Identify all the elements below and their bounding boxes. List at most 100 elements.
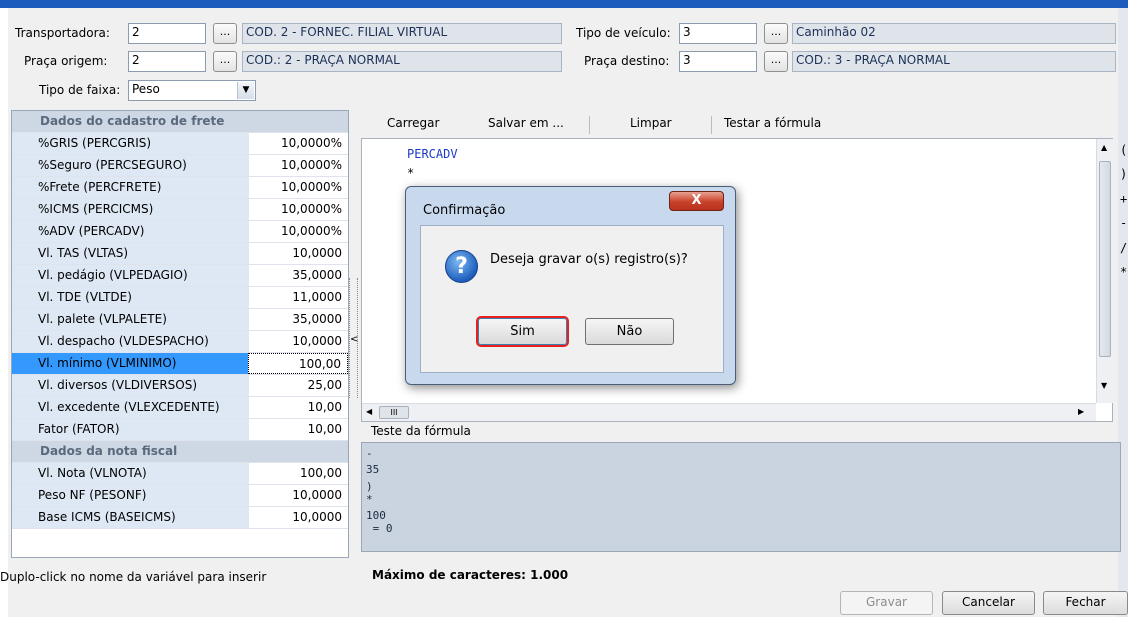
- editor-line: *: [407, 166, 415, 180]
- scroll-right-arrow-icon[interactable]: ▶: [1078, 407, 1084, 416]
- variable-value[interactable]: 10,0000: [248, 243, 348, 264]
- variable-name[interactable]: Vl. TAS (VLTAS): [12, 243, 248, 264]
- variable-value[interactable]: 10,0000%: [248, 133, 348, 154]
- grid-row[interactable]: Vl. TAS (VLTAS) 10,0000: [12, 243, 348, 265]
- operator-button[interactable]: -: [1120, 216, 1128, 230]
- variable-name[interactable]: Fator (FATOR): [12, 419, 248, 440]
- variable-value[interactable]: 10,0000%: [248, 221, 348, 242]
- grid-row-selected[interactable]: Vl. mínimo (VLMINIMO) 100,00: [12, 353, 348, 375]
- praca-origem-input[interactable]: 2: [128, 51, 206, 72]
- editor-hscroll-thumb[interactable]: III: [379, 406, 409, 419]
- praca-destino-input[interactable]: 3: [679, 51, 757, 72]
- variable-value[interactable]: 35,0000: [248, 265, 348, 286]
- variable-value[interactable]: 10,0000: [248, 507, 348, 528]
- grid-section-header: Dados da nota fiscal: [12, 441, 348, 463]
- scroll-left-arrow-icon[interactable]: ◀: [366, 407, 372, 416]
- variable-name[interactable]: Vl. despacho (VLDESPACHO): [12, 331, 248, 352]
- grid-row[interactable]: Vl. palete (VLPALETE) 35,0000: [12, 309, 348, 331]
- variable-name[interactable]: Vl. pedágio (VLPEDAGIO): [12, 265, 248, 286]
- testar-formula-button[interactable]: Testar a fórmula: [724, 116, 821, 130]
- variable-name[interactable]: Vl. diversos (VLDIVERSOS): [12, 375, 248, 396]
- operator-button[interactable]: ): [1120, 167, 1128, 181]
- fechar-button[interactable]: Fechar: [1043, 591, 1128, 615]
- grid-row[interactable]: Base ICMS (BASEICMS) 10,0000: [12, 507, 348, 529]
- variable-name[interactable]: %Frete (PERCFRETE): [12, 177, 248, 198]
- editor-vertical-scrollbar[interactable]: ▲ ▼: [1096, 139, 1113, 403]
- praca-destino-lookup-button[interactable]: ...: [764, 51, 788, 72]
- variable-name[interactable]: %ICMS (PERCICMS): [12, 199, 248, 220]
- operator-button[interactable]: +: [1120, 192, 1128, 206]
- splitter-collapse-icon[interactable]: <: [350, 334, 358, 345]
- test-line: 35: [366, 463, 380, 476]
- formula-toolbar: Carregar Salvar em ... Limpar Testar a f…: [360, 113, 1120, 137]
- editor-scroll-thumb[interactable]: [1099, 161, 1111, 357]
- operator-button[interactable]: (: [1120, 143, 1128, 157]
- gravar-button[interactable]: Gravar: [840, 591, 933, 615]
- tipo-faixa-select[interactable]: Peso ▼: [128, 80, 256, 101]
- confirmation-dialog: Confirmação X ? Deseja gravar o(s) regis…: [405, 186, 736, 385]
- variable-name[interactable]: Vl. palete (VLPALETE): [12, 309, 248, 330]
- carregar-button[interactable]: Carregar: [387, 116, 439, 130]
- variable-value[interactable]: 35,0000: [248, 309, 348, 330]
- variable-name[interactable]: %GRIS (PERCGRIS): [12, 133, 248, 154]
- transportadora-lookup-button[interactable]: ...: [213, 23, 237, 44]
- tipo-veiculo-lookup-button[interactable]: ...: [764, 23, 788, 44]
- grid-row[interactable]: Vl. despacho (VLDESPACHO) 10,0000: [12, 331, 348, 353]
- sim-button[interactable]: Sim: [476, 316, 569, 347]
- scroll-down-arrow-icon[interactable]: ▼: [1101, 381, 1107, 390]
- variable-name[interactable]: %ADV (PERCADV): [12, 221, 248, 242]
- praca-destino-description: COD.: 3 - PRAÇA NORMAL: [792, 51, 1116, 72]
- transportadora-description: COD. 2 - FORNEC. FILIAL VIRTUAL: [242, 23, 562, 44]
- grid-row[interactable]: %Frete (PERCFRETE) 10,0000%: [12, 177, 348, 199]
- nao-button[interactable]: Não: [585, 318, 674, 345]
- variable-name[interactable]: Base ICMS (BASEICMS): [12, 507, 248, 528]
- cancelar-label: Cancelar: [962, 595, 1015, 609]
- variable-value[interactable]: 100,00: [248, 353, 348, 374]
- tipo-veiculo-input[interactable]: 3: [679, 23, 757, 44]
- editor-horizontal-scrollbar[interactable]: ◀ III ▶: [362, 403, 1096, 421]
- salvar-em-button[interactable]: Salvar em ...: [488, 116, 564, 130]
- grid-row[interactable]: Vl. Nota (VLNOTA) 100,00: [12, 463, 348, 485]
- variable-name[interactable]: Vl. TDE (VLTDE): [12, 287, 248, 308]
- chevron-down-icon[interactable]: ▼: [237, 82, 254, 99]
- grid-row[interactable]: %ICMS (PERCICMS) 10,0000%: [12, 199, 348, 221]
- cancelar-button[interactable]: Cancelar: [942, 591, 1035, 615]
- variable-value[interactable]: 100,00: [248, 463, 348, 484]
- variable-value[interactable]: 11,0000: [248, 287, 348, 308]
- grid-row[interactable]: Fator (FATOR) 10,00: [12, 419, 348, 441]
- variable-value[interactable]: 10,0000: [248, 485, 348, 506]
- transportadora-input[interactable]: 2: [128, 23, 206, 44]
- editor-line: PERCADV: [407, 147, 458, 161]
- grid-row[interactable]: Vl. TDE (VLTDE) 11,0000: [12, 287, 348, 309]
- variable-value[interactable]: 10,00: [248, 419, 348, 440]
- praca-origem-lookup-button[interactable]: ...: [213, 51, 237, 72]
- transportadora-label: Transportadora:: [15, 26, 110, 40]
- grid-row[interactable]: %ADV (PERCADV) 10,0000%: [12, 221, 348, 243]
- variable-value[interactable]: 10,00: [248, 397, 348, 418]
- operator-button[interactable]: /: [1120, 241, 1128, 255]
- variable-value[interactable]: 10,0000%: [248, 155, 348, 176]
- grid-row[interactable]: Vl. excedente (VLEXCEDENTE) 10,00: [12, 397, 348, 419]
- variable-name[interactable]: %Seguro (PERCSEGURO): [12, 155, 248, 176]
- grid-row[interactable]: Peso NF (PESONF) 10,0000: [12, 485, 348, 507]
- variable-value[interactable]: 10,0000%: [248, 199, 348, 220]
- variable-name[interactable]: Vl. mínimo (VLMINIMO): [12, 353, 248, 374]
- test-line: *: [366, 493, 373, 506]
- scroll-up-arrow-icon[interactable]: ▲: [1101, 143, 1107, 152]
- variable-name[interactable]: Vl. Nota (VLNOTA): [12, 463, 248, 484]
- variable-name[interactable]: Peso NF (PESONF): [12, 485, 248, 506]
- grid-hint-text: Duplo-click no nome da variável para ins…: [0, 570, 267, 584]
- variable-name[interactable]: Vl. excedente (VLEXCEDENTE): [12, 397, 248, 418]
- grid-row[interactable]: %Seguro (PERCSEGURO) 10,0000%: [12, 155, 348, 177]
- grid-row[interactable]: %GRIS (PERCGRIS) 10,0000%: [12, 133, 348, 155]
- variable-value[interactable]: 10,0000%: [248, 177, 348, 198]
- praca-destino-label: Praça destino:: [584, 54, 670, 68]
- grid-row[interactable]: Vl. diversos (VLDIVERSOS) 25,00: [12, 375, 348, 397]
- variable-value[interactable]: 10,0000: [248, 331, 348, 352]
- operator-button[interactable]: *: [1120, 265, 1128, 279]
- dialog-close-button[interactable]: X: [669, 191, 724, 211]
- grid-row[interactable]: Vl. pedágio (VLPEDAGIO) 35,0000: [12, 265, 348, 287]
- limpar-button[interactable]: Limpar: [630, 116, 672, 130]
- variable-value[interactable]: 25,00: [248, 375, 348, 396]
- test-line: 100: [366, 509, 386, 522]
